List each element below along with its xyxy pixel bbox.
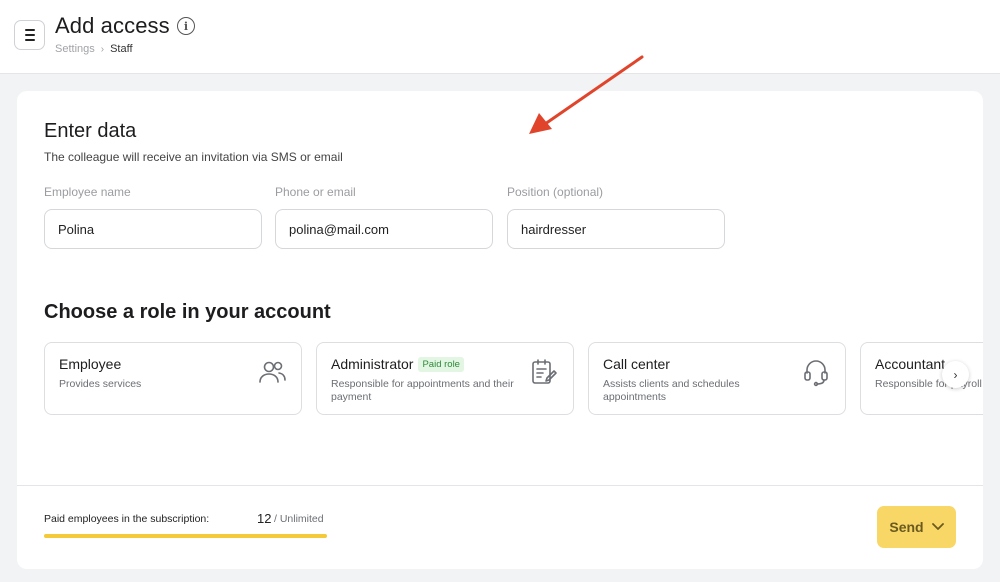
employee-limit: / Unlimited: [274, 513, 324, 525]
subscription-footer: Paid employees in the subscription: 12 /…: [17, 485, 983, 569]
send-label: Send: [889, 519, 924, 535]
employee-name-input[interactable]: [44, 209, 262, 249]
top-bar: Add access i Settings › Staff: [0, 0, 1000, 74]
role-description: Assists clients and schedules appointmen…: [603, 378, 740, 403]
subscription-progress-bar: [44, 534, 327, 538]
role-description: Responsible for appointments and their p…: [331, 378, 514, 403]
position-input[interactable]: [507, 209, 725, 249]
role-section-title: Choose a role in your account: [44, 301, 331, 323]
scroll-right-button[interactable]: ›: [942, 361, 969, 388]
role-name: Administrator: [331, 356, 414, 372]
role-card-administrator[interactable]: Administrator Paid role Responsible for a…: [316, 342, 574, 415]
paid-role-badge: Paid role: [418, 357, 464, 372]
enter-data-subtitle: The colleague will receive an invitation…: [44, 150, 343, 164]
users-icon: [259, 361, 286, 383]
subscription-limit-label: Paid employees in the subscription:: [44, 513, 210, 525]
breadcrumb-staff: Staff: [110, 43, 133, 55]
clipboard-edit-icon: [532, 359, 557, 384]
info-icon[interactable]: i: [177, 17, 195, 35]
role-description: Provides services: [59, 378, 142, 390]
role-card-employee[interactable]: Employee Provides services: [44, 342, 302, 415]
employee-name-label: Employee name: [44, 185, 131, 199]
chevron-down-icon: [931, 523, 944, 530]
phone-email-label: Phone or email: [275, 185, 356, 199]
role-card-call-center[interactable]: Call center Assists clients and schedule…: [588, 342, 846, 415]
employee-count: 12: [257, 511, 272, 526]
headset-icon: [804, 360, 828, 387]
role-name: Accountant: [875, 356, 946, 372]
chevron-right-icon: ›: [953, 367, 958, 382]
role-name: Call center: [603, 356, 670, 372]
breadcrumb-settings[interactable]: Settings: [55, 43, 95, 55]
subscription-progress-fill: [44, 534, 327, 538]
hamburger-icon: [24, 29, 35, 31]
chevron-right-icon: ›: [100, 43, 105, 55]
position-label: Position (optional): [507, 185, 604, 199]
add-access-card: Enter data The colleague will receive an…: [17, 91, 983, 569]
send-button[interactable]: Send: [877, 506, 956, 548]
menu-button[interactable]: [14, 20, 45, 50]
breadcrumb: Settings › Staff: [55, 43, 133, 55]
phone-email-input[interactable]: [275, 209, 493, 249]
enter-data-title: Enter data: [44, 120, 137, 142]
page-title: Add access: [55, 13, 170, 38]
role-name: Employee: [59, 356, 122, 372]
